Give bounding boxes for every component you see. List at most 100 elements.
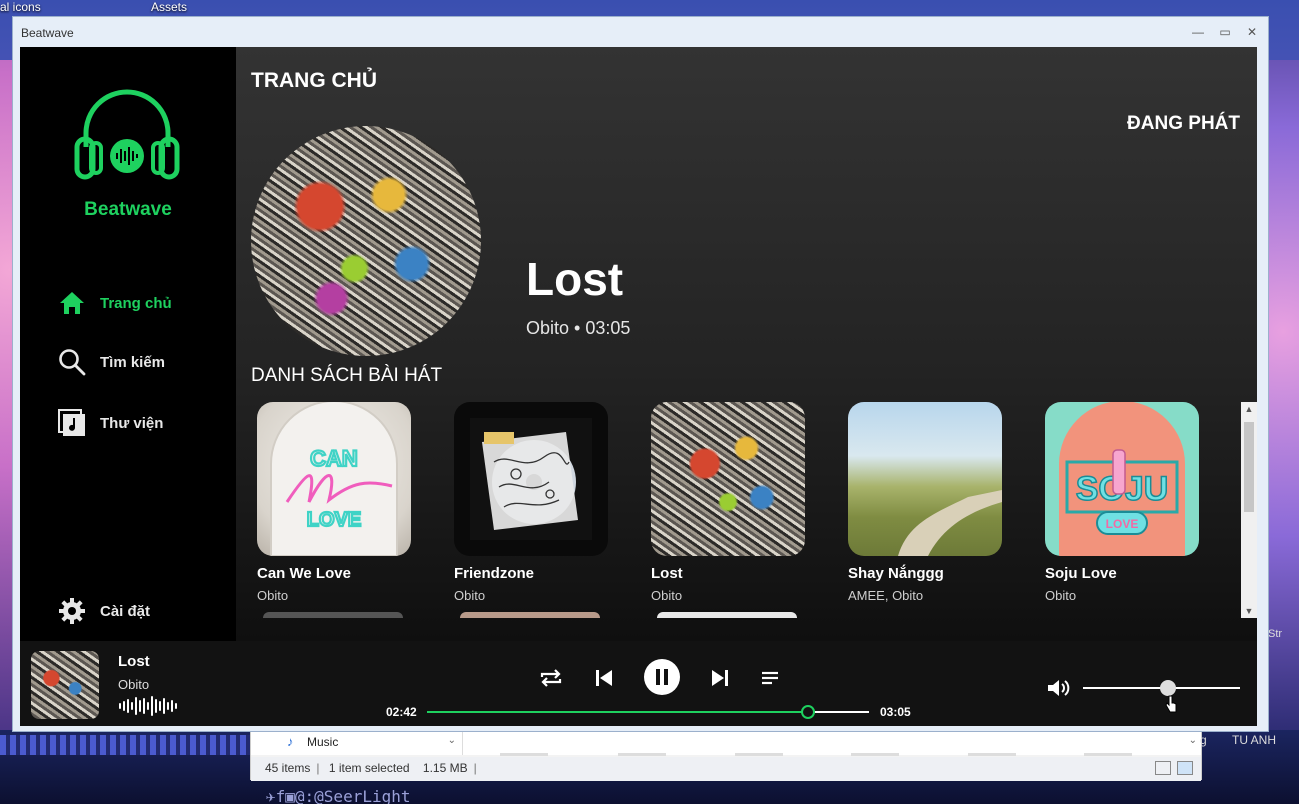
search-icon xyxy=(59,349,86,376)
song-cover xyxy=(454,402,608,556)
progress-slider[interactable] xyxy=(427,705,869,719)
sidebar-item-home[interactable]: Trang chủ xyxy=(58,288,172,318)
explorer-status-bar: 45 items | 1 item selected 1.15 MB | xyxy=(251,757,1201,781)
explorer-nav-label: Music xyxy=(307,735,339,749)
volume-fill xyxy=(1083,687,1168,689)
gear-icon xyxy=(59,598,85,624)
desktop-text-anh: TU ANH xyxy=(1232,733,1277,747)
now-playing-cover xyxy=(251,126,481,356)
volume-icon[interactable] xyxy=(1046,677,1070,699)
song-list-heading: DANH SÁCH BÀI HÁT xyxy=(251,365,443,386)
friendzone-artwork xyxy=(470,418,592,540)
desktop-right-text: Str xyxy=(1268,628,1283,640)
shay-nanggg-artwork xyxy=(898,490,1002,556)
status-item-count: 45 items xyxy=(265,761,311,775)
svg-text:LOVE: LOVE xyxy=(307,509,361,531)
app-content: Beatwave Trang chủ Tìm kiếm Thư viện Cài… xyxy=(20,47,1257,726)
song-artist: Obito xyxy=(1045,588,1077,603)
svg-text:CAN: CAN xyxy=(310,446,358,471)
volume-slider[interactable] xyxy=(1083,680,1240,696)
player-song-artist: Obito xyxy=(118,677,150,692)
song-artist: AMEE, Obito xyxy=(848,588,924,603)
next-icon[interactable] xyxy=(707,665,733,691)
sidebar-item-library[interactable]: Thư viện xyxy=(58,408,163,438)
settings-button[interactable]: Cài đặt xyxy=(58,596,150,626)
pause-icon xyxy=(656,669,668,685)
song-card-peek xyxy=(263,612,403,618)
brand-name: Beatwave xyxy=(84,199,172,220)
chevron-down-icon[interactable]: ⌄ xyxy=(1189,735,1197,746)
progress-fill xyxy=(427,711,808,713)
scroll-down-icon[interactable]: ▼ xyxy=(1241,604,1257,618)
song-title: Shay Nắnggg xyxy=(848,565,944,582)
column-divider xyxy=(851,753,899,756)
sidebar-item-search[interactable]: Tìm kiếm xyxy=(58,347,165,377)
minimize-button[interactable]: — xyxy=(1191,25,1205,39)
volume-knob[interactable] xyxy=(1159,680,1176,696)
hand-cursor-icon xyxy=(1165,695,1177,713)
scroll-thumb[interactable] xyxy=(1244,422,1254,512)
status-selected: 1 item selected xyxy=(328,761,410,775)
close-button[interactable]: ✕ xyxy=(1245,25,1259,39)
music-note-icon: ♪ xyxy=(287,734,294,749)
app-window: Beatwave — ▭ ✕ Beatwave Trang chủ Tìm ki… xyxy=(12,16,1269,732)
desktop-assets-label: Assets xyxy=(151,0,188,14)
song-title: Lost xyxy=(651,565,683,582)
now-playing-meta: Obito • 03:05 xyxy=(526,318,631,338)
desktop-icons-label: al icons xyxy=(0,0,41,14)
repeat-icon[interactable] xyxy=(538,665,564,691)
pause-button[interactable] xyxy=(644,659,680,695)
song-title: Friendzone xyxy=(454,565,535,582)
sidebar: Beatwave Trang chủ Tìm kiếm Thư viện Cài… xyxy=(20,47,236,641)
window-title: Beatwave xyxy=(21,26,74,40)
maximize-button[interactable]: ▭ xyxy=(1218,25,1232,39)
queue-icon[interactable] xyxy=(758,665,784,691)
svg-text:LOVE: LOVE xyxy=(1106,517,1139,531)
details-view-icon[interactable] xyxy=(1155,761,1171,775)
main-content: TRANG CHỦ ĐANG PHÁT Lost Obito • 03:05 D… xyxy=(236,47,1257,641)
song-artist: Obito xyxy=(651,588,683,603)
explorer-columns: ⌄ xyxy=(463,731,1201,756)
elapsed-time: 02:42 xyxy=(386,705,417,719)
column-divider xyxy=(968,753,1016,756)
window-titlebar[interactable]: Beatwave — ▭ ✕ xyxy=(13,17,1268,47)
chevron-down-icon[interactable]: ⌄ xyxy=(448,735,456,746)
watermark-credit: ✈f▣@:@SeerLight xyxy=(266,787,411,804)
file-explorer: ♪ Music ⌄ ⌄ 45 items | 1 item selected 1.… xyxy=(250,730,1202,781)
song-cover xyxy=(848,402,1002,556)
status-size: 1.15 MB xyxy=(422,761,468,775)
large-icons-view-icon[interactable] xyxy=(1177,761,1193,775)
wallpaper-city-bars xyxy=(0,735,250,755)
desktop-text-g: g xyxy=(1200,733,1207,747)
song-artist: Obito xyxy=(454,588,486,603)
can-we-love-artwork: CAN LOVE xyxy=(270,402,398,556)
song-artist: Obito xyxy=(257,588,289,603)
song-card-peek xyxy=(657,612,797,618)
song-title: Can We Love xyxy=(257,565,351,582)
scroll-up-icon[interactable]: ▲ xyxy=(1241,402,1257,416)
column-divider xyxy=(618,753,666,756)
player-song-title: Lost xyxy=(118,653,150,670)
total-duration: 03:05 xyxy=(880,705,911,719)
now-playing-heading: ĐANG PHÁT xyxy=(1127,113,1240,134)
page-title: TRANG CHỦ xyxy=(251,69,377,92)
previous-icon[interactable] xyxy=(591,665,617,691)
song-cover: CAN LOVE xyxy=(257,402,411,556)
sidebar-item-label: Thư viện xyxy=(100,414,164,432)
explorer-nav-item[interactable]: ♪ Music ⌄ xyxy=(251,731,463,755)
song-cover xyxy=(651,402,805,556)
progress-knob[interactable] xyxy=(801,705,815,719)
sidebar-item-label: Trang chủ xyxy=(100,294,172,312)
waveform-icon xyxy=(119,696,177,716)
soju-love-artwork: SOJU LOVE xyxy=(1059,402,1185,556)
home-icon xyxy=(60,292,84,314)
song-card-peek xyxy=(460,612,600,618)
now-playing-title: Lost xyxy=(526,253,624,305)
song-list-scrollbar[interactable]: ▲ ▼ xyxy=(1241,402,1257,618)
column-divider xyxy=(735,753,783,756)
sidebar-item-label: Tìm kiếm xyxy=(100,353,166,371)
player-bar: Lost Obito 02:42 03:05 xyxy=(20,641,1257,726)
player-cover xyxy=(31,651,99,719)
settings-label: Cài đặt xyxy=(100,602,151,620)
headphones-logo-icon xyxy=(74,89,180,180)
